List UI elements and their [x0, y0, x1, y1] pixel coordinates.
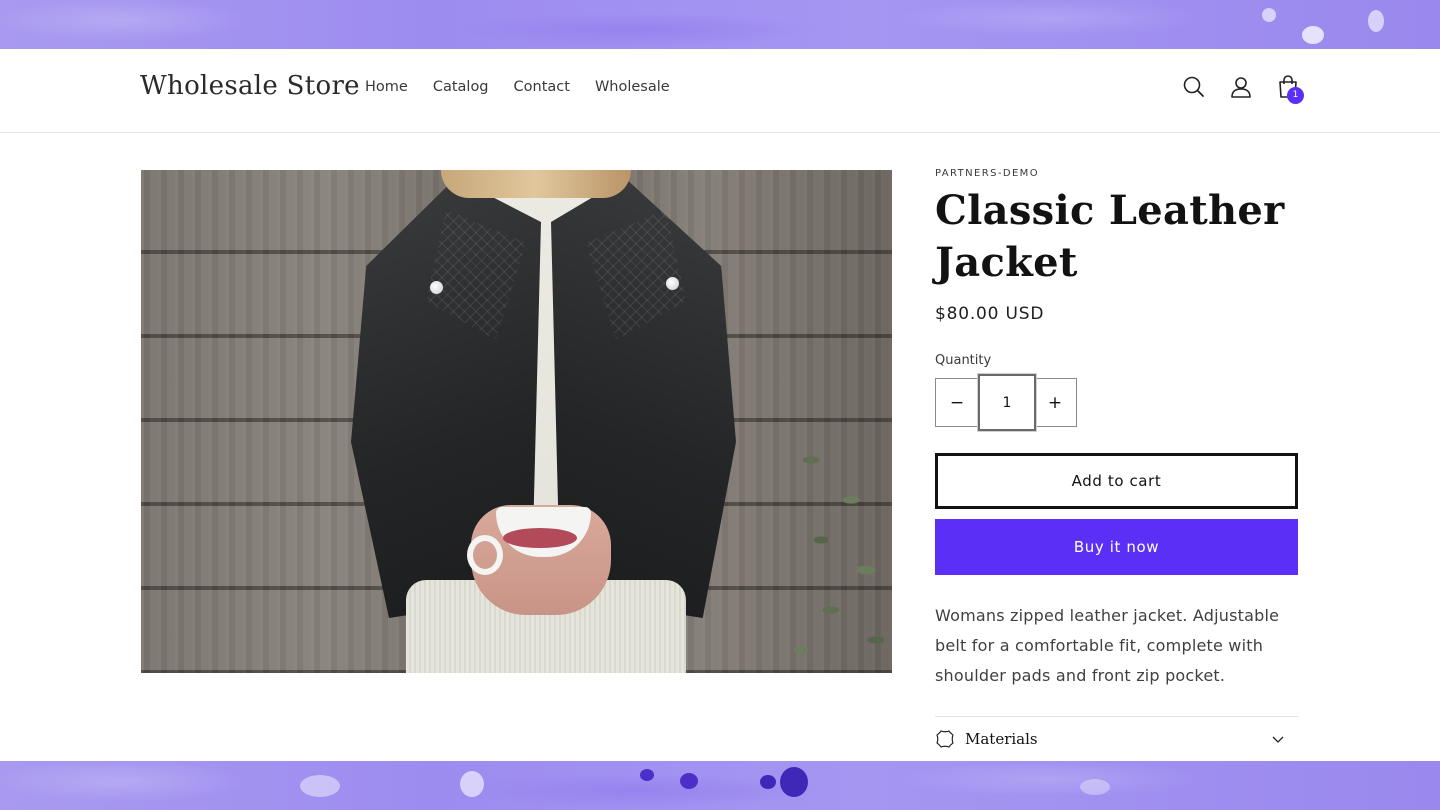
cup-handle: [467, 535, 503, 575]
account-icon[interactable]: [1228, 74, 1254, 100]
paint-splatter: [460, 771, 484, 797]
jacket-stud: [666, 277, 679, 290]
cart-icon[interactable]: 1: [1275, 74, 1304, 104]
product-title: Classic Leather Jacket: [935, 187, 1285, 286]
add-to-cart-button[interactable]: Add to cart: [935, 453, 1298, 509]
top-decorative-banner: [0, 0, 1440, 49]
paint-splatter: [1368, 10, 1384, 32]
bottom-decorative-banner: [0, 761, 1440, 810]
product-image[interactable]: [141, 170, 892, 673]
paint-splatter: [640, 769, 654, 781]
quantity-decrease-button[interactable]: −: [936, 379, 978, 426]
search-icon[interactable]: [1181, 74, 1207, 100]
cart-count-badge: 1: [1287, 87, 1304, 104]
nav-item-catalog[interactable]: Catalog: [433, 79, 489, 95]
quantity-input[interactable]: [978, 374, 1036, 431]
quantity-stepper: − +: [935, 374, 1077, 431]
product-description: Womans zipped leather jacket. Adjustable…: [935, 606, 1280, 685]
product-price: $80.00 USD: [935, 304, 1045, 324]
nav-item-home[interactable]: Home: [365, 79, 408, 95]
paint-splatter: [1302, 26, 1324, 44]
paint-splatter: [680, 773, 698, 789]
plant-foliage: [781, 420, 892, 673]
paint-splatter: [760, 775, 776, 789]
paint-splatter: [300, 775, 340, 797]
site-header: Wholesale Store Home Catalog Contact Who…: [0, 49, 1440, 133]
product-vendor: PARTNERS-DEMO: [935, 168, 1039, 179]
tea: [503, 528, 577, 548]
accordion-label: Materials: [965, 730, 1038, 748]
store-logo[interactable]: Wholesale Store: [140, 71, 360, 101]
materials-accordion[interactable]: Materials: [935, 716, 1298, 761]
quantity-increase-button[interactable]: +: [1034, 379, 1076, 426]
paint-splatter: [780, 767, 808, 797]
paint-splatter: [1080, 779, 1110, 795]
nav-item-contact[interactable]: Contact: [514, 79, 570, 95]
buy-now-button[interactable]: Buy it now: [935, 519, 1298, 575]
main-nav: Home Catalog Contact Wholesale: [365, 79, 695, 95]
nav-item-wholesale[interactable]: Wholesale: [595, 79, 670, 95]
hair: [441, 170, 631, 198]
product-info: PARTNERS-DEMO Classic Leather Jacket $80…: [935, 168, 1298, 748]
quantity-label: Quantity: [935, 353, 992, 368]
chevron-down-icon: [1272, 736, 1284, 743]
leather-icon: [936, 730, 954, 748]
paint-splatter: [1262, 8, 1276, 22]
jacket-stud: [430, 281, 443, 294]
